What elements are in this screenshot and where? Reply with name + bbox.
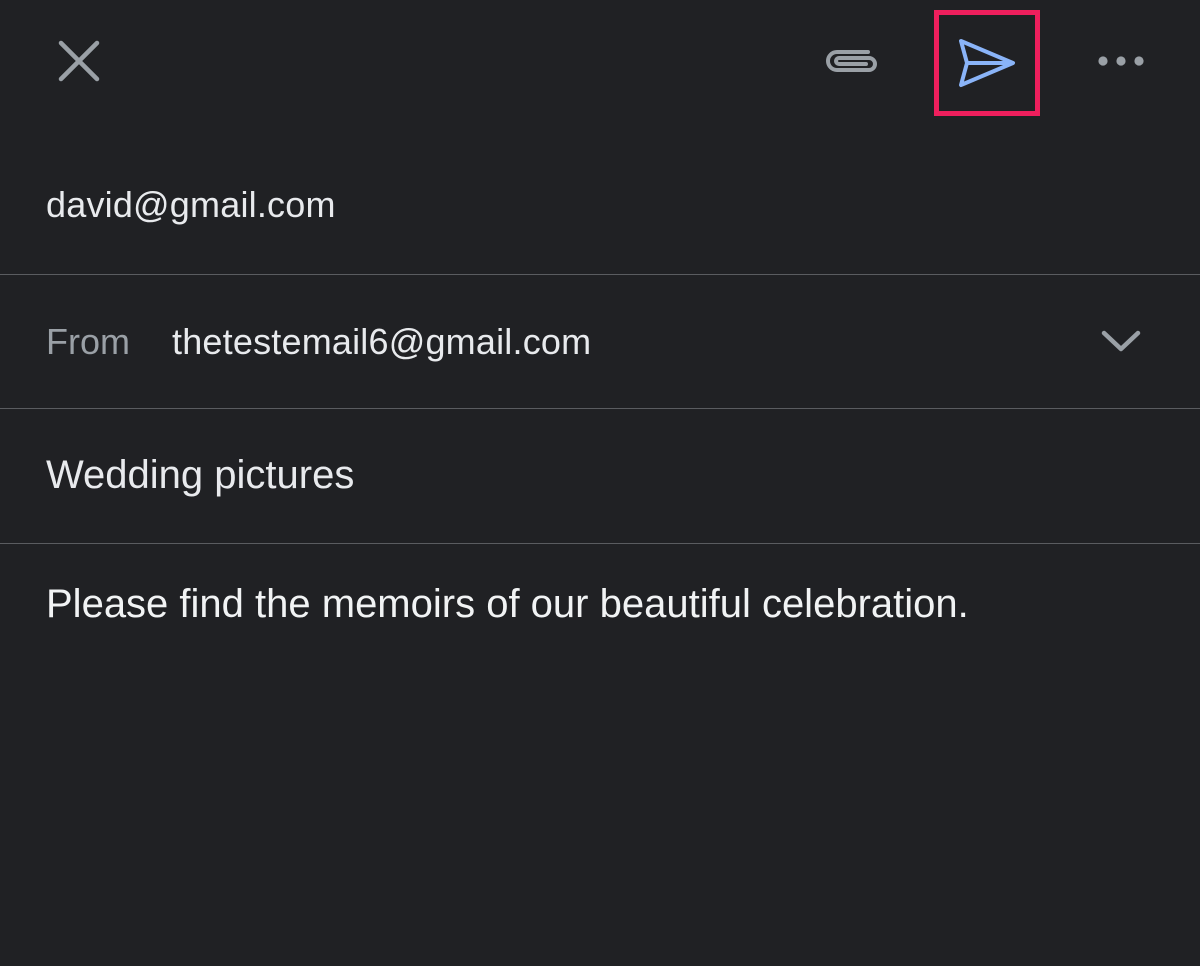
message-body-field[interactable]: Please find the memoirs of our beautiful…: [0, 544, 1200, 966]
from-field[interactable]: From thetestemail6@gmail.com: [0, 275, 1200, 408]
close-icon: [58, 40, 100, 82]
from-label: From: [46, 321, 130, 362]
message-body-text: Please find the memoirs of our beautiful…: [46, 582, 969, 626]
compose-toolbar: [0, 0, 1200, 130]
subject-field[interactable]: Wedding pictures: [0, 409, 1200, 543]
send-icon: [959, 39, 1015, 87]
to-field-value: david@gmail.com: [46, 184, 336, 225]
send-button[interactable]: [934, 10, 1040, 116]
more-options-button[interactable]: [1090, 40, 1152, 82]
paperclip-icon: [826, 50, 877, 72]
chevron-down-icon: [1101, 330, 1141, 352]
subject-field-value: Wedding pictures: [46, 453, 355, 497]
to-field[interactable]: david@gmail.com: [0, 140, 1200, 274]
from-field-value: thetestemail6@gmail.com: [172, 321, 592, 362]
from-dropdown-button[interactable]: [1096, 321, 1146, 361]
attach-button[interactable]: [816, 30, 888, 92]
close-button[interactable]: [48, 30, 110, 92]
more-horizontal-icon: [1098, 56, 1144, 66]
